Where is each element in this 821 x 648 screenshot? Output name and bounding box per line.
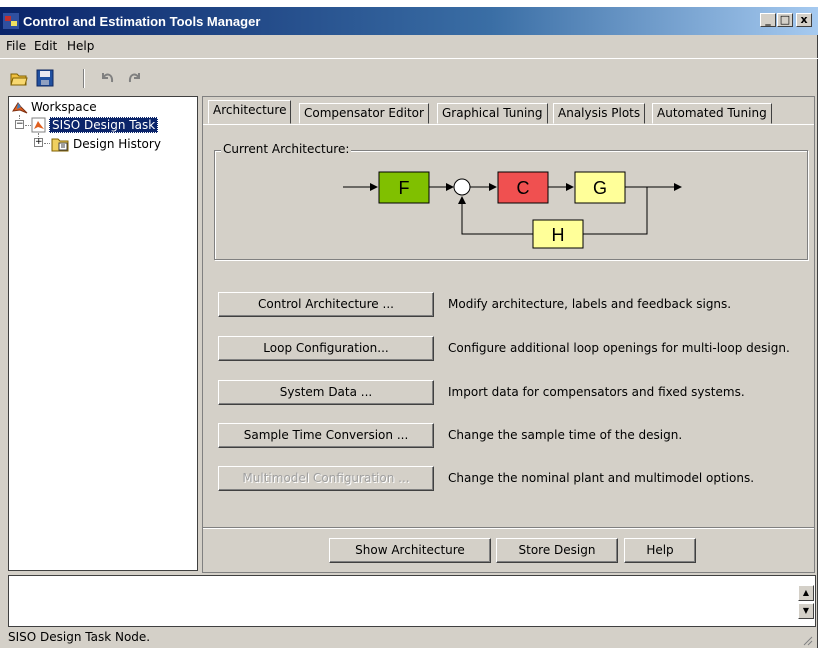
close-button[interactable]: x	[796, 13, 812, 27]
loop-configuration-button[interactable]: Loop Configuration...	[218, 336, 434, 361]
system-data-description: Import data for compensators and fixed s…	[448, 385, 745, 399]
system-data-button[interactable]: System Data ...	[218, 380, 434, 405]
tab-compensator-editor[interactable]: Compensator Editor	[299, 103, 429, 124]
menu-bar: File Edit Help	[0, 35, 818, 57]
toolbar	[0, 58, 818, 96]
menu-file[interactable]: File	[6, 39, 26, 53]
siso-task-icon	[31, 117, 46, 133]
tab-analysis-plots[interactable]: Analysis Plots	[553, 103, 646, 124]
store-design-button[interactable]: Store Design	[496, 538, 618, 563]
multimodel-configuration-description: Change the nominal plant and multimodel …	[448, 471, 755, 485]
app-window: Control and Estimation Tools Manager _ □…	[0, 7, 818, 648]
tree-node-siso-design-task[interactable]: SISO Design Task	[49, 117, 159, 133]
maximize-button[interactable]: □	[777, 13, 793, 27]
block-c-label: C	[517, 178, 530, 198]
tree-node-workspace[interactable]: Workspace	[31, 100, 97, 114]
window-title: Control and Estimation Tools Manager	[23, 14, 261, 29]
history-folder-icon	[51, 138, 69, 152]
block-f-label: F	[399, 178, 410, 198]
undo-icon[interactable]	[98, 69, 116, 87]
summing-junction	[453, 178, 471, 196]
status-text: SISO Design Task Node.	[8, 630, 151, 644]
menu-help[interactable]: Help	[67, 39, 94, 53]
multimodel-configuration-button[interactable]: Multimodel Configuration ...	[218, 466, 434, 491]
message-log[interactable]: ▲ ▼	[8, 575, 816, 627]
tab-graphical-tuning[interactable]: Graphical Tuning	[437, 103, 548, 124]
resize-grip-icon[interactable]	[801, 634, 813, 646]
tab-automated-tuning[interactable]: Automated Tuning	[652, 103, 772, 124]
tree-expander-history[interactable]: +	[34, 138, 43, 147]
block-g-label: G	[593, 178, 607, 198]
save-icon[interactable]	[36, 69, 54, 87]
control-architecture-button[interactable]: Control Architecture ...	[218, 292, 434, 317]
tree-line	[44, 143, 50, 144]
show-architecture-button[interactable]: Show Architecture	[329, 538, 491, 563]
sample-time-conversion-button[interactable]: Sample Time Conversion ...	[218, 423, 434, 448]
sample-time-conversion-description: Change the sample time of the design.	[448, 428, 683, 442]
architecture-diagram: F C G H	[343, 171, 682, 249]
title-bar[interactable]: Control and Estimation Tools Manager _ □…	[0, 7, 818, 35]
workspace-tree[interactable]: Workspace − SISO Design Task + Design Hi…	[8, 96, 198, 571]
panel-footer: Show Architecture Store Design Help	[203, 527, 814, 572]
open-folder-icon[interactable]	[10, 69, 28, 87]
app-icon	[3, 13, 19, 29]
tree-expander-task[interactable]: −	[15, 120, 24, 129]
redo-icon[interactable]	[126, 69, 144, 87]
scroll-up-button[interactable]: ▲	[798, 585, 814, 601]
minimize-button[interactable]: _	[760, 13, 776, 27]
tab-architecture[interactable]: Architecture	[208, 100, 292, 124]
main-panel: Architecture Compensator Editor Graphica…	[202, 96, 815, 573]
scroll-down-button[interactable]: ▼	[798, 603, 814, 619]
menu-edit[interactable]: Edit	[34, 39, 57, 53]
block-h-label: H	[552, 225, 565, 245]
tab-strip: Architecture Compensator Editor Graphica…	[203, 97, 814, 124]
help-button[interactable]: Help	[624, 538, 696, 563]
tree-node-design-history[interactable]: Design History	[73, 137, 161, 151]
tab-divider	[203, 124, 814, 125]
control-architecture-description: Modify architecture, labels and feedback…	[448, 297, 732, 311]
toolbar-separator	[83, 69, 85, 88]
workspace-icon	[12, 102, 28, 114]
loop-configuration-description: Configure additional loop openings for m…	[448, 341, 790, 355]
current-architecture-group: Current Architecture: F C G H	[214, 142, 808, 260]
